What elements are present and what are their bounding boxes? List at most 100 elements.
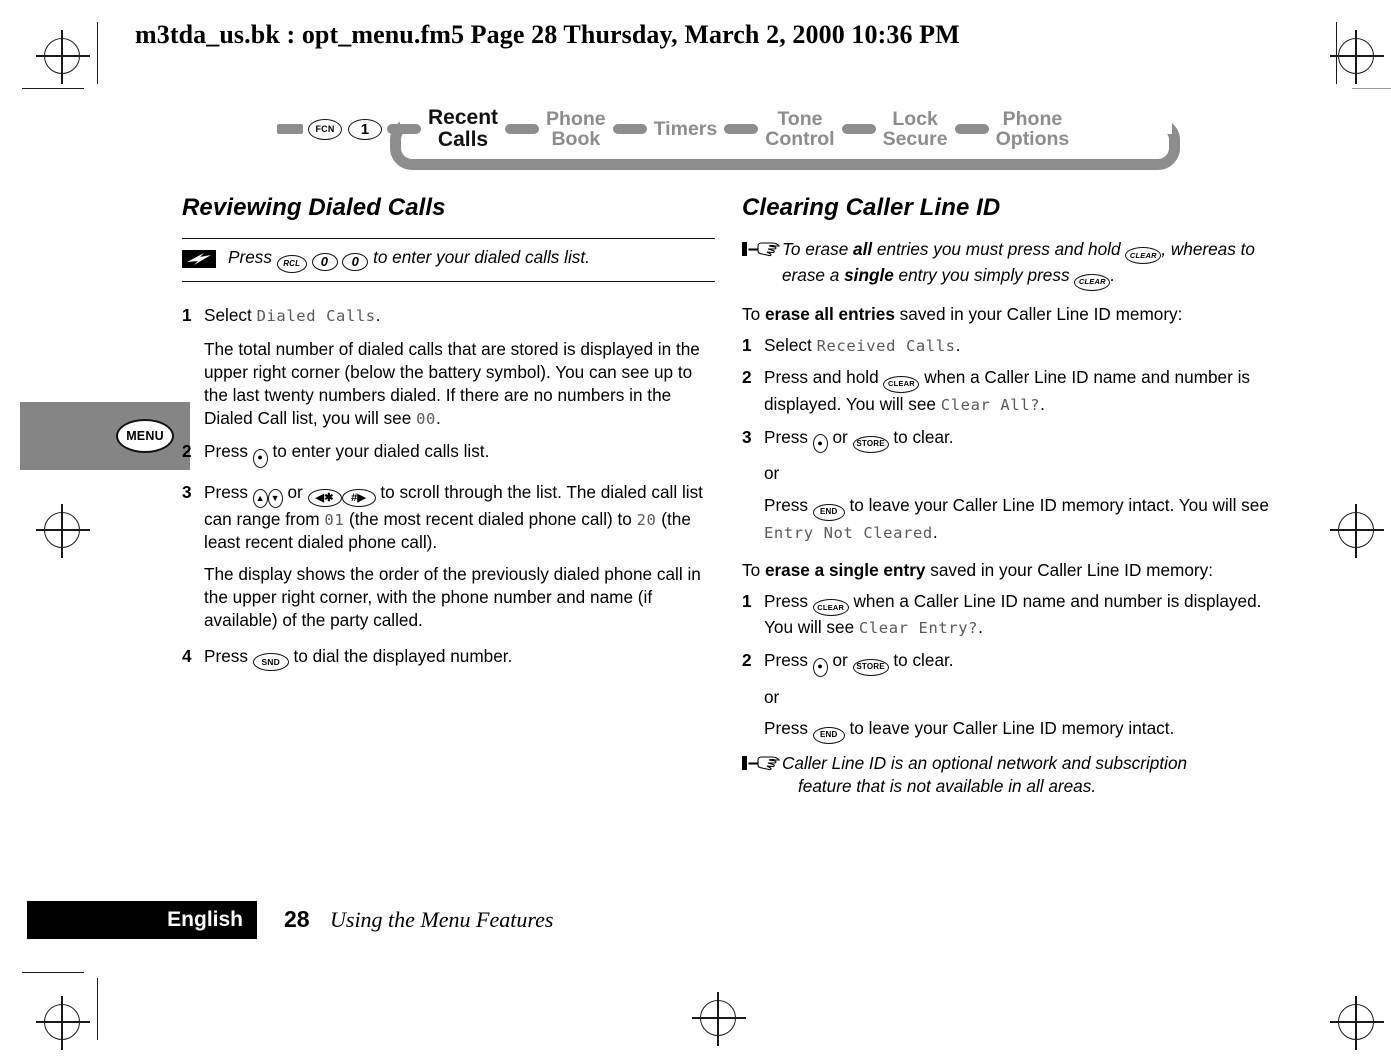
all-step1-lead: Select — [764, 334, 812, 355]
shortcut-callout: Press RCL 0 0 to enter your dialed calls… — [182, 237, 715, 283]
all-step2-tail: . — [1040, 393, 1045, 414]
all-step3-or: or — [764, 463, 780, 484]
nav-down-key[interactable]: ▼ — [267, 489, 283, 509]
page-title: Reviewing Dialed Calls — [182, 194, 446, 221]
tab-phone-book[interactable]: Phone Book — [544, 108, 608, 150]
rcl-key[interactable]: RCL — [276, 255, 307, 274]
lcd-clear-all: Clear All? — [940, 395, 1041, 414]
crop-line-bottom-left-h — [22, 972, 84, 974]
tab-lock-secure[interactable]: Lock Secure — [881, 108, 950, 150]
step-text: Press ● or STORE to clear. — [764, 649, 1275, 677]
tab-recent-calls[interactable]: Recent Calls — [426, 106, 500, 151]
intro-single-part2: saved in your Caller Line ID memory: — [925, 559, 1213, 580]
single-step2-t2: or — [832, 650, 848, 671]
tab-timers[interactable]: Timers — [652, 118, 720, 139]
registration-mark-left-middle — [36, 504, 90, 558]
end-key[interactable]: END — [812, 503, 845, 521]
step-text: Select Dialed Calls. — [204, 304, 715, 327]
step-item-single-2: 2 Press ● or STORE to clear. or Press EN… — [742, 649, 1275, 746]
tab-phone-options[interactable]: Phone Options — [994, 108, 1072, 150]
step-item-4: 4 Press SND to dial the displayed number… — [182, 645, 715, 674]
section-title-clearing-caller-line-id: Clearing Caller Line ID — [742, 194, 1001, 221]
all-step1-tail: . — [955, 334, 961, 355]
nav-center-key[interactable]: ● — [812, 657, 828, 677]
nav-connector-dash-0 — [277, 124, 303, 134]
clear-key[interactable]: CLEAR — [812, 599, 849, 617]
digit-1-key[interactable]: 1 — [348, 118, 382, 140]
right-column: Clearing Caller Line ID To erase all ent… — [742, 192, 1275, 809]
note-top-part2: entries you must press and hold — [872, 238, 1126, 259]
crop-line-left — [97, 22, 99, 84]
all-step3-alt-t1: Press — [764, 495, 808, 516]
registration-mark-top-right — [1330, 30, 1384, 84]
clear-key[interactable]: CLEAR — [1125, 247, 1162, 265]
registration-mark-top-left — [36, 30, 90, 84]
registration-mark-bottom-left — [36, 996, 90, 1050]
nav-connector-dash-6 — [954, 124, 989, 134]
store-key[interactable]: STORE — [852, 658, 889, 676]
footer-section-title: Using the Menu Features — [330, 907, 554, 932]
step4-prefix: Press — [204, 645, 248, 666]
note-top-bold-single: single — [844, 265, 894, 286]
step3-t2: or — [287, 481, 303, 502]
single-step2-alt-t1: Press — [764, 718, 808, 739]
menu-tab-navigation: FCN 1 Recent Calls Phone Book Timers Ton… — [272, 100, 1192, 180]
menu-key[interactable]: MENU — [116, 419, 174, 453]
page-number: 28 — [284, 906, 310, 932]
tab-tone-control[interactable]: Tone Control — [763, 108, 836, 150]
step-item-all-1: 1 Select Received Calls. — [742, 334, 1275, 359]
note-bottom-line2: feature that is not available in all are… — [798, 775, 1097, 796]
nav-connector-dash-3 — [612, 124, 647, 134]
step-number: 2 — [742, 367, 752, 388]
nav-center-key[interactable]: ● — [252, 448, 268, 468]
nav-connector-dash-2 — [505, 124, 540, 134]
note-top-part1: To erase — [782, 238, 854, 259]
step3-t4: (the most recent dialed phone call) to — [349, 509, 632, 530]
lcd-dialed-calls: Dialed Calls — [256, 307, 376, 326]
intro-all-part1: To — [742, 303, 765, 324]
clear-key[interactable]: CLEAR — [883, 375, 920, 393]
intro-single-bold: erase a single entry — [764, 559, 926, 580]
crop-line-right — [1336, 22, 1338, 84]
digit-0-key-b[interactable]: 0 — [342, 253, 369, 272]
digit-0-key-a[interactable]: 0 — [311, 253, 338, 272]
single-step2-t3: to clear. — [893, 650, 954, 671]
step-item-single-1: 1 Press CLEAR when a Caller Line ID name… — [742, 590, 1275, 641]
side-tab-menu: MENU — [20, 402, 190, 470]
lcd-20: 20 — [636, 511, 657, 530]
snd-key[interactable]: SND — [252, 653, 289, 672]
step-text: Press SND to dial the displayed number. — [204, 645, 715, 672]
lcd-entry-not-cleared: Entry Not Cleared — [764, 523, 933, 542]
fcn-key[interactable]: FCN — [308, 118, 342, 140]
intro-erase-all: To erase all entries saved in your Calle… — [742, 303, 1275, 326]
all-step3-t3: to clear. — [893, 426, 954, 447]
single-step2-alt-t2: to leave your Caller Line ID memory inta… — [849, 718, 1175, 739]
step1-detail-text: The total number of dialed calls that ar… — [204, 338, 700, 428]
step3-detail-paragraph: The display shows the order of the previ… — [204, 564, 701, 630]
note-top-part5: . — [1110, 265, 1116, 286]
clear-key[interactable]: CLEAR — [1074, 273, 1111, 291]
lightning-bolt-icon — [182, 249, 216, 268]
store-key[interactable]: STORE — [852, 435, 889, 453]
registration-mark-bottom-right — [1330, 996, 1384, 1050]
step-number: 3 — [182, 481, 192, 502]
step4-suffix: to dial the displayed number. — [293, 645, 513, 666]
end-key[interactable]: END — [812, 727, 845, 745]
language-label: English — [167, 908, 243, 931]
note-bottom-text: Caller Line ID is an optional network an… — [782, 752, 1275, 797]
intro-single-part1: To — [742, 559, 765, 580]
shortcut-text: Press RCL 0 0 to enter your dialed calls… — [228, 246, 590, 274]
step-text: Press ● to enter your dialed calls list. — [204, 440, 715, 468]
step-number: 2 — [182, 441, 192, 462]
nav-up-key[interactable]: ▲ — [252, 489, 268, 509]
single-step2-alt: Press END to leave your Caller Line ID m… — [764, 717, 1275, 745]
crop-line-top-left-h — [22, 88, 84, 90]
all-step2-t1: Press and hold — [764, 367, 879, 388]
nav-center-key[interactable]: ● — [812, 434, 828, 454]
note-bottom-line1: Caller Line ID is an optional network an… — [782, 753, 1188, 774]
all-step3-t1: Press — [764, 426, 808, 447]
nav-connector-dash-1 — [387, 124, 421, 134]
hash-right-key[interactable]: #▶ — [341, 489, 376, 508]
star-left-key[interactable]: ◀✱ — [307, 489, 342, 508]
step-number: 2 — [742, 650, 752, 671]
